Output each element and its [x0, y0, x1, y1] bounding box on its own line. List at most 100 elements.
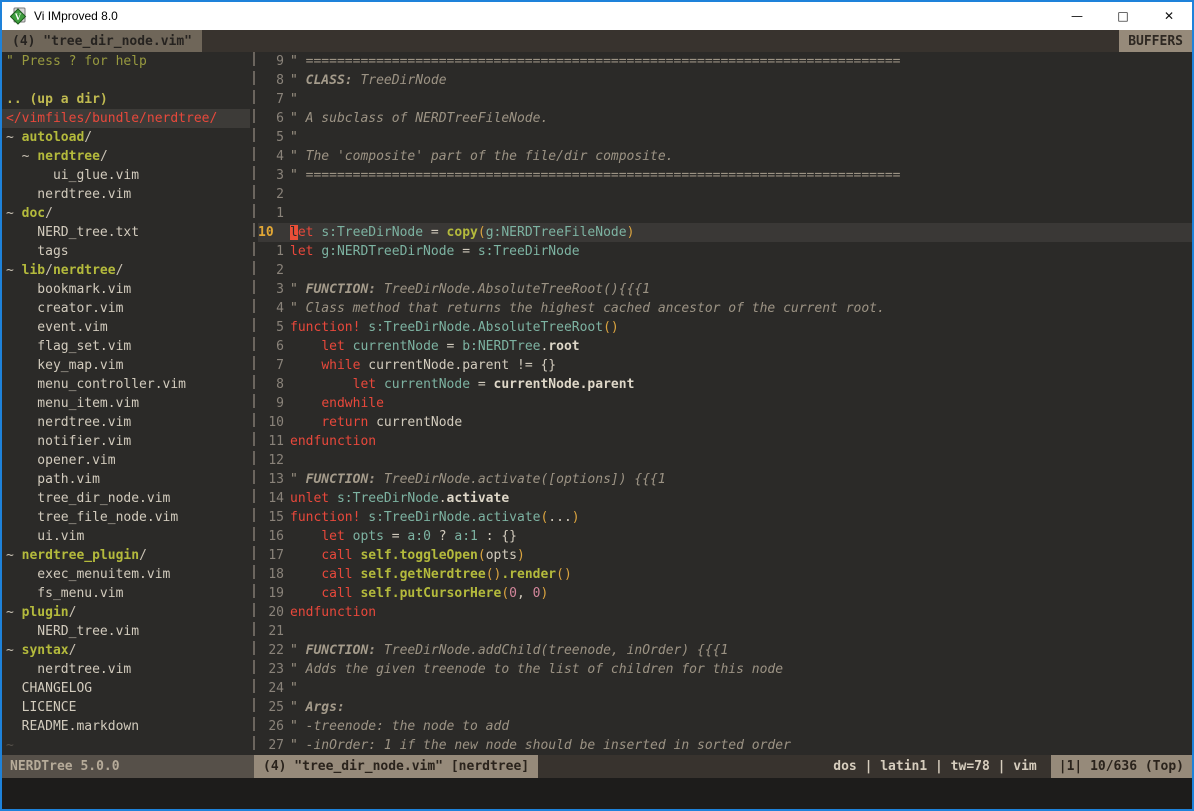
code-line[interactable]: 6" A subclass of NERDTreeFileNode. — [258, 109, 1192, 128]
line-number: 8 — [258, 375, 290, 394]
token: flag_set.vim — [6, 339, 131, 354]
nerdtree-item[interactable]: key_map.vim — [2, 356, 250, 375]
code-line[interactable]: 8" CLASS: TreeDirNode — [258, 71, 1192, 90]
nerdtree-item[interactable] — [2, 71, 250, 90]
code-line[interactable]: 9 endwhile — [258, 394, 1192, 413]
token: notifier.vim — [6, 434, 131, 449]
nerdtree-item[interactable]: ~ — [2, 736, 250, 755]
nerdtree-item[interactable]: README.markdown — [2, 717, 250, 736]
token: return — [321, 415, 368, 430]
nerdtree-item[interactable]: </vimfiles/bundle/nerdtree/ — [2, 109, 250, 128]
nerdtree-item[interactable]: ~ autoload/ — [2, 128, 250, 147]
code-line[interactable]: 2 — [258, 185, 1192, 204]
code-line[interactable]: 26" -treenode: the node to add — [258, 717, 1192, 736]
command-line[interactable] — [2, 778, 1192, 809]
token: / — [45, 206, 53, 221]
nerdtree-statusline: NERDTree 5.0.0 — [2, 755, 254, 778]
nerdtree-item[interactable]: .. (up a dir) — [2, 90, 250, 109]
line-number: 20 — [258, 603, 290, 622]
nerdtree-item[interactable]: ~ lib/nerdtree/ — [2, 261, 250, 280]
nerdtree-item[interactable]: notifier.vim — [2, 432, 250, 451]
code-line[interactable]: 4" Class method that returns the highest… — [258, 299, 1192, 318]
code-line[interactable]: 1let g:NERDTreeDirNode = s:TreeDirNode — [258, 242, 1192, 261]
token: / — [84, 130, 92, 145]
code-line-cursor[interactable]: 10let s:TreeDirNode = copy(g:NERDTreeFil… — [258, 223, 1192, 242]
minimize-button[interactable]: — — [1054, 2, 1100, 30]
code-line[interactable]: 14unlet s:TreeDirNode.activate — [258, 489, 1192, 508]
title-bar: V Vi IMproved 8.0 — □ ✕ — [2, 2, 1192, 30]
token: ~ — [6, 605, 22, 620]
code-lines[interactable]: 9" =====================================… — [258, 52, 1192, 755]
line-number: 23 — [258, 660, 290, 679]
code-line[interactable]: 10 return currentNode — [258, 413, 1192, 432]
nerdtree-item[interactable]: nerdtree.vim — [2, 413, 250, 432]
token: lib — [22, 263, 45, 278]
code-line[interactable]: 23" Adds the given treenode to the list … — [258, 660, 1192, 679]
code-line[interactable]: 24" — [258, 679, 1192, 698]
nerdtree-item[interactable]: NERD_tree.txt — [2, 223, 250, 242]
maximize-button[interactable]: □ — [1100, 2, 1146, 30]
token: = — [423, 225, 446, 240]
nerdtree-item[interactable]: ~ nerdtree_plugin/ — [2, 546, 250, 565]
nerdtree-item[interactable]: tree_dir_node.vim — [2, 489, 250, 508]
window-split-separator[interactable] — [250, 52, 258, 755]
nerdtree-item[interactable]: menu_controller.vim — [2, 375, 250, 394]
nerdtree-item[interactable]: ~ nerdtree/ — [2, 147, 250, 166]
code-line[interactable]: 16 let opts = a:0 ? a:1 : {} — [258, 527, 1192, 546]
tab-tree-dir-node[interactable]: (4) "tree_dir_node.vim" — [2, 30, 202, 52]
code-line[interactable]: 18 call self.getNerdtree().render() — [258, 565, 1192, 584]
code-line[interactable]: 4" The 'composite' part of the file/dir … — [258, 147, 1192, 166]
code-line[interactable]: 3" =====================================… — [258, 166, 1192, 185]
code-line[interactable]: 25" Args: — [258, 698, 1192, 717]
nerdtree-item[interactable]: bookmark.vim — [2, 280, 250, 299]
code-line[interactable]: 13" FUNCTION: TreeDirNode.activate([opti… — [258, 470, 1192, 489]
nerdtree-item[interactable]: " Press ? for help — [2, 52, 250, 71]
code-line[interactable]: 12 — [258, 451, 1192, 470]
code-line[interactable]: 5" — [258, 128, 1192, 147]
nerdtree-item[interactable]: exec_menuitem.vim — [2, 565, 250, 584]
nerdtree-item[interactable]: tree_file_node.vim — [2, 508, 250, 527]
nerdtree-item[interactable]: ui_glue.vim — [2, 166, 250, 185]
code-line[interactable]: 21 — [258, 622, 1192, 641]
nerdtree-item[interactable]: ~ syntax/ — [2, 641, 250, 660]
nerdtree-item[interactable]: menu_item.vim — [2, 394, 250, 413]
nerdtree-item[interactable]: path.vim — [2, 470, 250, 489]
nerdtree-item[interactable]: ~ doc/ — [2, 204, 250, 223]
code-line[interactable]: 8 let currentNode = currentNode.parent — [258, 375, 1192, 394]
code-line[interactable]: 7" — [258, 90, 1192, 109]
close-button[interactable]: ✕ — [1146, 2, 1192, 30]
token: = — [439, 339, 462, 354]
nerdtree-item[interactable]: flag_set.vim — [2, 337, 250, 356]
nerdtree-item[interactable]: nerdtree.vim — [2, 185, 250, 204]
code-line[interactable]: 7 while currentNode.parent != {} — [258, 356, 1192, 375]
nerdtree-item[interactable]: tags — [2, 242, 250, 261]
nerdtree-items[interactable]: " Press ? for help .. (up a dir)</vimfile… — [2, 52, 250, 755]
code-line[interactable]: 11endfunction — [258, 432, 1192, 451]
code-line[interactable]: 3" FUNCTION: TreeDirNode.AbsoluteTreeRoo… — [258, 280, 1192, 299]
token: s:TreeDirNode.activate — [368, 510, 540, 525]
nerdtree-item[interactable]: CHANGELOG — [2, 679, 250, 698]
nerdtree-item[interactable]: event.vim — [2, 318, 250, 337]
code-line[interactable]: 6 let currentNode = b:NERDTree.root — [258, 337, 1192, 356]
nerdtree-item[interactable]: LICENCE — [2, 698, 250, 717]
code-line[interactable]: 2 — [258, 261, 1192, 280]
nerdtree-item[interactable]: fs_menu.vim — [2, 584, 250, 603]
code-line[interactable]: 5function! s:TreeDirNode.AbsoluteTreeRoo… — [258, 318, 1192, 337]
nerdtree-item[interactable]: ~ plugin/ — [2, 603, 250, 622]
nerdtree-item[interactable]: opener.vim — [2, 451, 250, 470]
nerdtree-item[interactable]: nerdtree.vim — [2, 660, 250, 679]
token: endwhile — [321, 396, 384, 411]
code-line[interactable]: 22" FUNCTION: TreeDirNode.addChild(treen… — [258, 641, 1192, 660]
code-line[interactable]: 19 call self.putCursorHere(0, 0) — [258, 584, 1192, 603]
nerdtree-item[interactable]: ui.vim — [2, 527, 250, 546]
nerdtree-item[interactable]: creator.vim — [2, 299, 250, 318]
code-line[interactable]: 20endfunction — [258, 603, 1192, 622]
code-line[interactable]: 27" -inOrder: 1 if the new node should b… — [258, 736, 1192, 755]
code-line[interactable]: 9" =====================================… — [258, 52, 1192, 71]
token: " ======================================… — [290, 168, 900, 183]
token — [290, 567, 321, 582]
code-line[interactable]: 15function! s:TreeDirNode.activate(...) — [258, 508, 1192, 527]
nerdtree-item[interactable]: NERD_tree.vim — [2, 622, 250, 641]
code-line[interactable]: 17 call self.toggleOpen(opts) — [258, 546, 1192, 565]
code-line[interactable]: 1 — [258, 204, 1192, 223]
